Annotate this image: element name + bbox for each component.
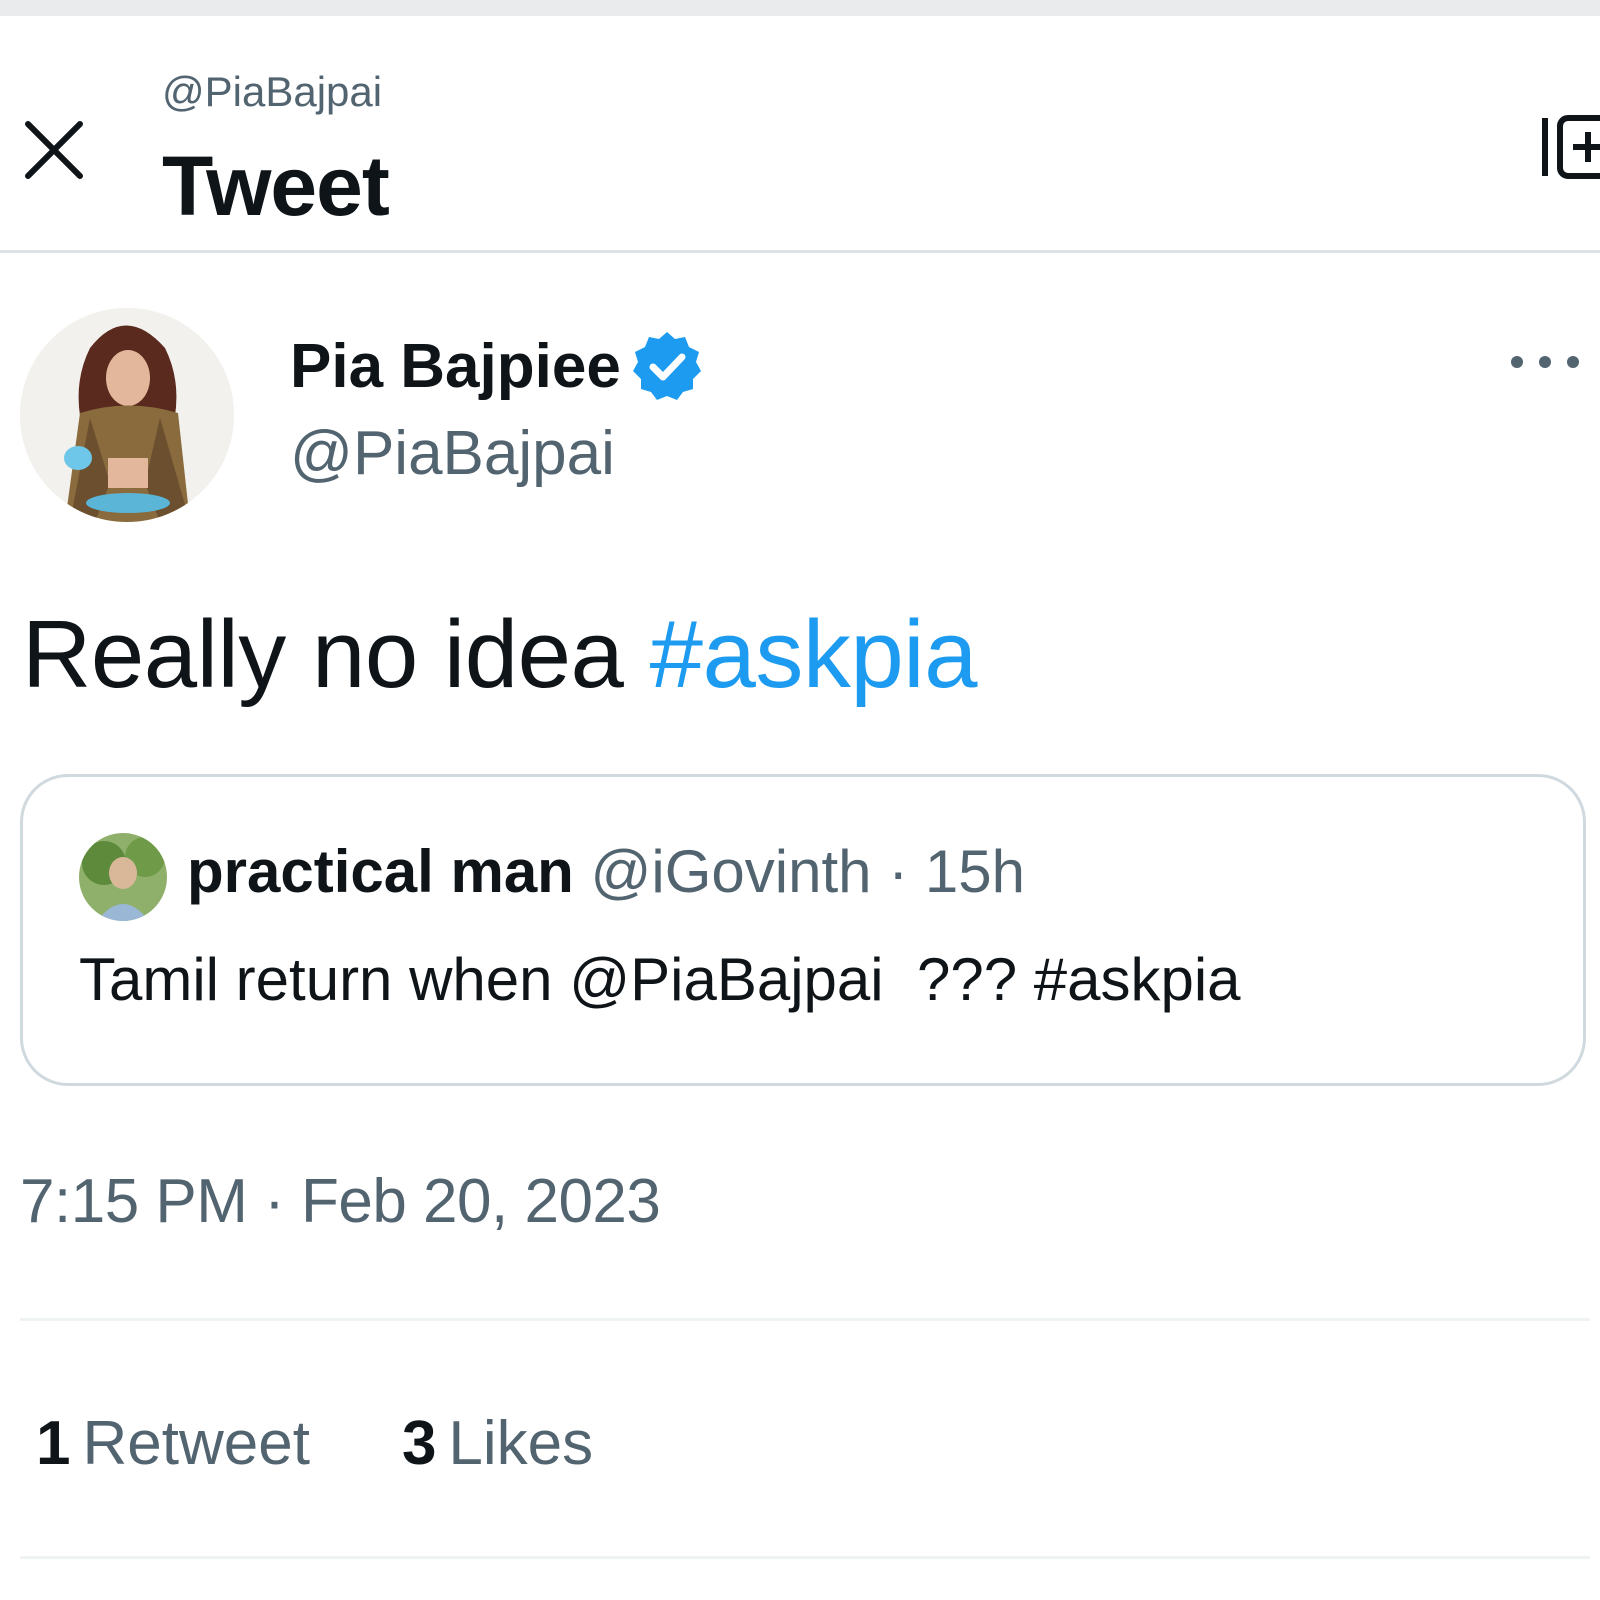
reader-mode-icon <box>1542 115 1600 179</box>
stats-divider-bottom <box>20 1556 1590 1559</box>
retweet-count: 1 <box>36 1409 71 1478</box>
retweet-label: Retweet <box>82 1409 310 1478</box>
quoted-author-handle: @iGovinth <box>590 838 872 905</box>
quoted-tweet-card[interactable]: practical man @iGovinth · 15h Tamil retu… <box>20 774 1586 1086</box>
tweet-text: Really no idea #askpia <box>22 600 977 710</box>
quoted-avatar[interactable] <box>79 833 167 921</box>
hashtag-link[interactable]: #askpia <box>650 601 978 708</box>
quoted-tweet-text: Tamil return when @PiaBajpai ??? #askpia <box>79 946 1241 1013</box>
verified-badge-icon <box>632 332 701 400</box>
reader-mode-button[interactable] <box>1540 112 1600 182</box>
more-icon <box>1511 356 1579 368</box>
like-count: 3 <box>401 1409 437 1478</box>
stats-divider-top <box>20 1318 1590 1321</box>
quoted-profile-photo <box>79 833 167 921</box>
header-divider <box>0 250 1600 253</box>
author-name[interactable]: Pia Bajpiee <box>290 331 621 402</box>
tweet-timestamp[interactable]: 7:15 PM · Feb 20, 2023 <box>20 1166 661 1237</box>
meta-separator: · <box>888 838 909 905</box>
tweet-header: @PiaBajpai Tweet <box>0 16 1600 252</box>
tweet-text-body: Really no idea <box>22 601 624 708</box>
author-name-row: Pia Bajpiee <box>290 328 703 404</box>
author-handle[interactable]: @PiaBajpai <box>290 418 615 489</box>
like-label: Likes <box>448 1409 594 1478</box>
close-icon <box>25 121 83 179</box>
browser-strip <box>0 0 1600 16</box>
likes-stat[interactable]: 3 Likes <box>402 1408 593 1479</box>
tweet-stats: 1 Retweet 3 Likes <box>36 1408 593 1479</box>
quoted-author-name: practical man <box>187 838 574 905</box>
quoted-tweet-header: practical man @iGovinth · 15h <box>187 837 1025 906</box>
header-handle: @PiaBajpai <box>162 68 383 115</box>
page-title: Tweet <box>162 139 390 233</box>
retweets-stat[interactable]: 1 Retweet <box>36 1408 310 1479</box>
profile-photo <box>20 308 234 522</box>
quoted-tweet-age: 15h <box>924 838 1025 905</box>
more-options-button[interactable] <box>1505 342 1585 382</box>
avatar[interactable] <box>20 308 234 522</box>
close-button[interactable] <box>18 114 90 186</box>
